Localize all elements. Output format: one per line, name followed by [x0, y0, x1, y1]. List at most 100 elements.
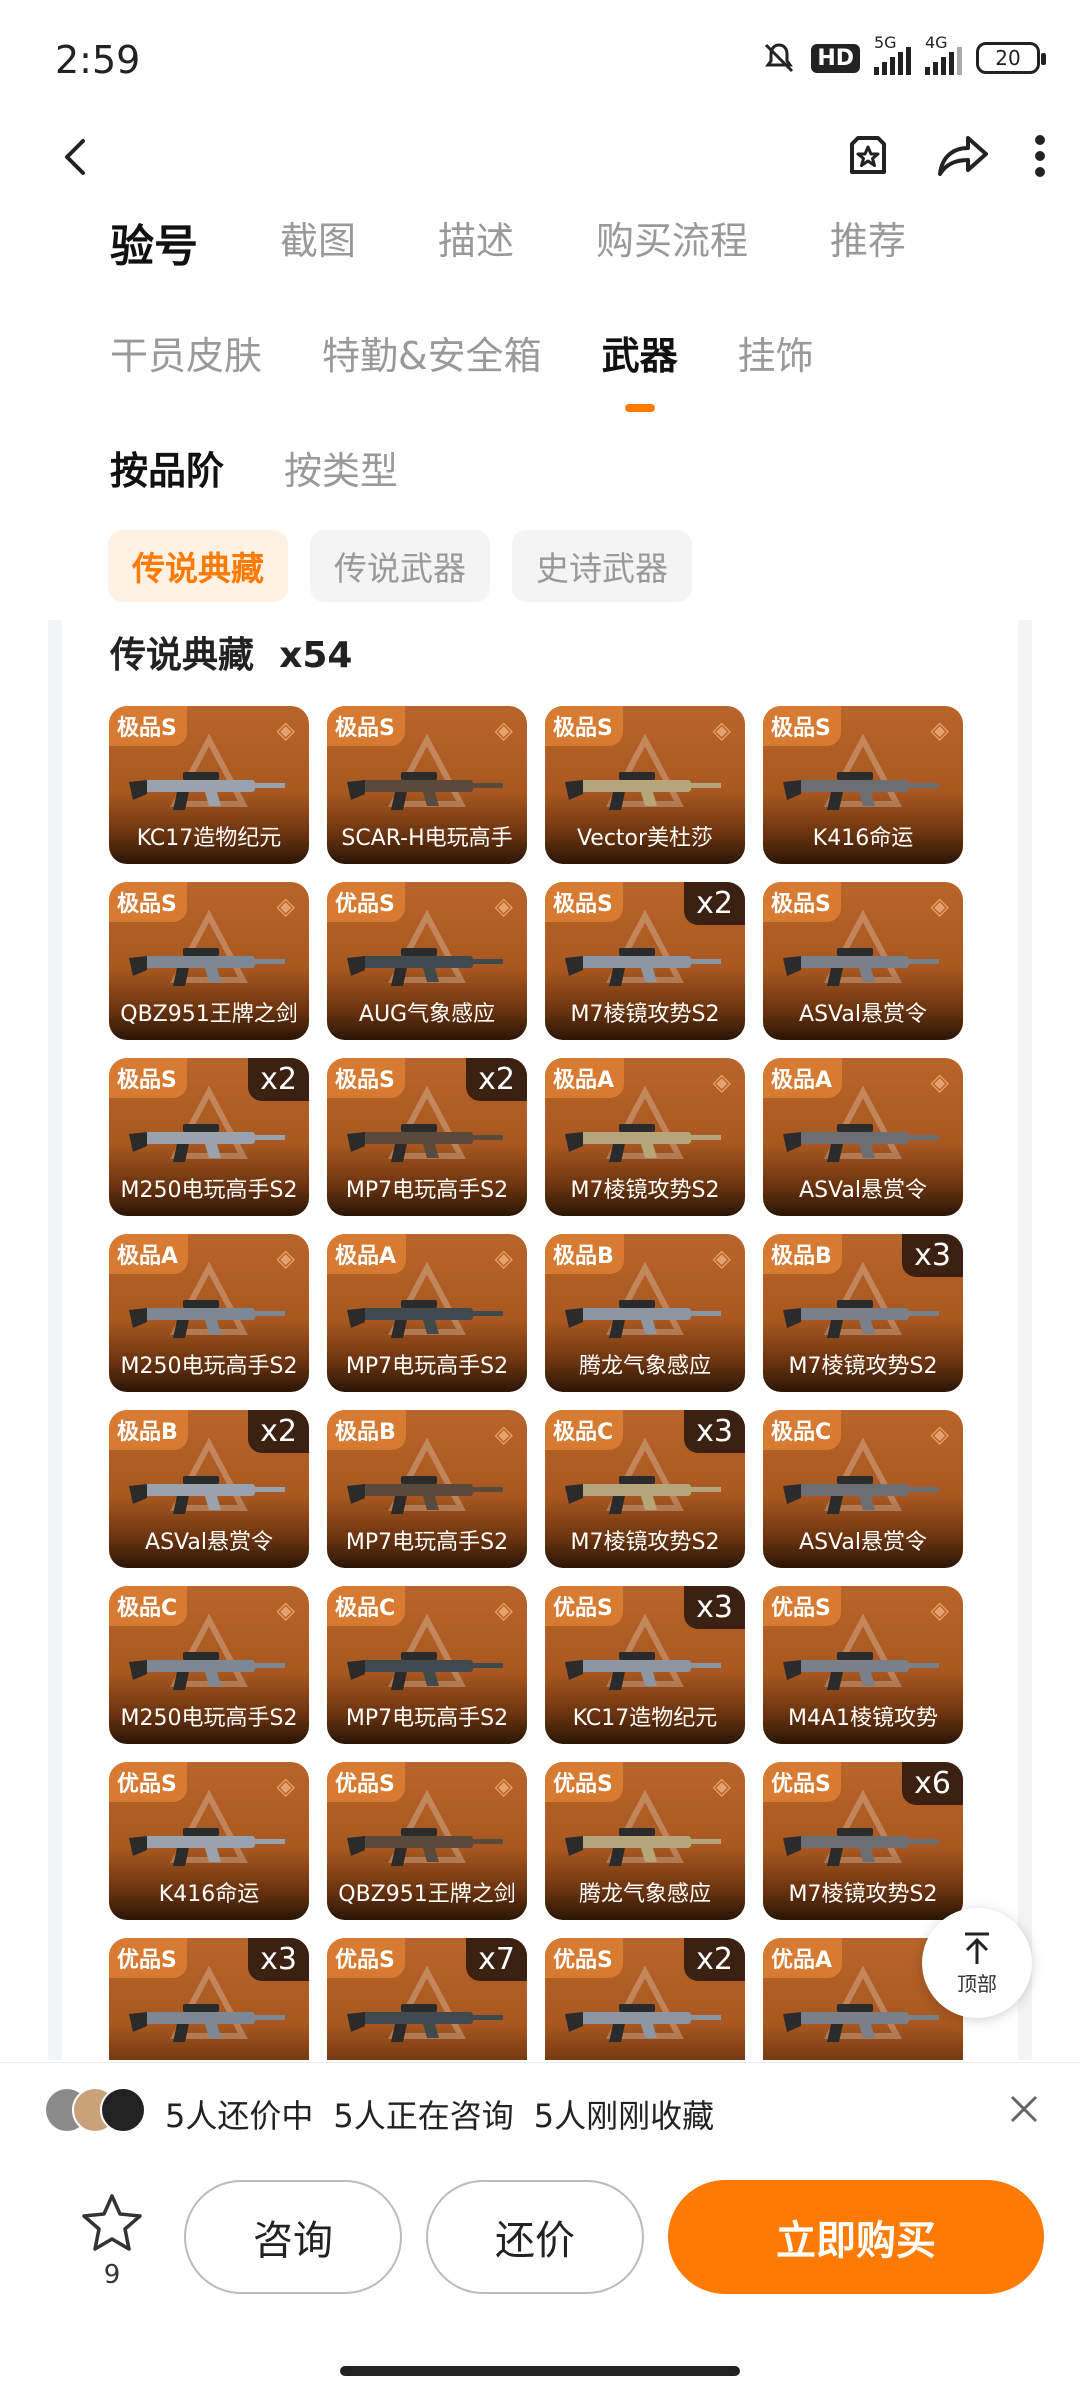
weapon-name: 腾龙气象感应 — [578, 1354, 711, 1379]
weapon-card[interactable]: 优品S x7 — [327, 1938, 527, 2060]
tab-special-safebox[interactable]: 特勤&安全箱 — [322, 325, 542, 380]
tier-badge: 极品B — [545, 1234, 624, 1274]
weapon-card[interactable]: 极品C ◈ M250电玩高手S2 — [109, 1586, 309, 1744]
weapon-card[interactable]: 优品S ◈ 腾龙气象感应 — [545, 1762, 745, 1920]
weapon-name: K416命运 — [158, 1882, 260, 1907]
tab-operator-skins[interactable]: 干员皮肤 — [110, 325, 262, 380]
weapon-card[interactable]: 极品S ◈ Vector美杜莎 — [545, 706, 745, 864]
tab-weapons[interactable]: 武器 — [602, 325, 678, 412]
quantity-badge: x2 — [684, 882, 745, 925]
weapon-image — [565, 1300, 721, 1338]
weapon-card[interactable]: 极品B x2 ASVal悬赏令 — [109, 1410, 309, 1568]
tab-by-grade[interactable]: 按品阶 — [110, 440, 224, 495]
chip-legendary-weapons[interactable]: 传说武器 — [310, 530, 490, 602]
diamond-icon: ◈ — [276, 716, 295, 744]
tier-badge: 极品S — [763, 706, 841, 746]
tab-description[interactable]: 描述 — [438, 210, 514, 274]
weapon-card[interactable]: 极品S ◈ QBZ951王牌之剑 — [109, 882, 309, 1040]
weapon-name: M250电玩高手S2 — [120, 1706, 298, 1731]
weapon-image — [347, 1124, 503, 1162]
weapon-name: M7棱镜攻势S2 — [570, 1530, 720, 1555]
weapon-card[interactable]: 优品S ◈ M4A1棱镜攻势 — [763, 1586, 963, 1744]
tab-recommend[interactable]: 推荐 — [830, 210, 906, 274]
weapon-card[interactable]: 极品S ◈ K416命运 — [763, 706, 963, 864]
tier-badge: 极品S — [109, 1058, 187, 1098]
weapon-card[interactable]: 极品A ◈ M7棱镜攻势S2 — [545, 1058, 745, 1216]
diamond-icon: ◈ — [930, 892, 949, 920]
tier-badge: 极品S — [763, 882, 841, 922]
diamond-icon: ◈ — [494, 892, 513, 920]
weapon-card[interactable]: 优品S ◈ QBZ951王牌之剑 — [327, 1762, 527, 1920]
tab-charms[interactable]: 挂饰 — [738, 325, 814, 380]
weapon-card[interactable]: 极品B x3 M7棱镜攻势S2 — [763, 1234, 963, 1392]
chip-legendary-collection[interactable]: 传说典藏 — [108, 530, 288, 602]
weapon-card[interactable]: 极品C x3 M7棱镜攻势S2 — [545, 1410, 745, 1568]
favorite-button[interactable]: 9 — [80, 2192, 144, 2290]
rarity-filter-chips: 传说典藏 传说武器 史诗武器 — [108, 530, 692, 602]
weapon-name: 腾龙气象感应 — [578, 1882, 711, 1907]
tab-verify[interactable]: 验号 — [110, 210, 198, 274]
tier-badge: 极品S — [327, 1058, 405, 1098]
favorite-count: 9 — [103, 2260, 121, 2290]
weapon-image — [347, 1476, 503, 1514]
diamond-icon: ◈ — [930, 1420, 949, 1448]
bargain-button[interactable]: 还价 — [426, 2180, 644, 2294]
weapon-card[interactable]: 优品S x3 KC17造物纪元 — [545, 1586, 745, 1744]
weapon-image — [565, 1652, 721, 1690]
weapon-card[interactable]: 极品C ◈ MP7电玩高手S2 — [327, 1586, 527, 1744]
weapon-image — [565, 948, 721, 986]
close-icon[interactable] — [1008, 2093, 1040, 2125]
tab-purchase-process[interactable]: 购买流程 — [596, 210, 748, 274]
weapon-card[interactable]: 极品A ◈ MP7电玩高手S2 — [327, 1234, 527, 1392]
tab-screenshots[interactable]: 截图 — [280, 210, 356, 274]
tier-badge: 优品S — [109, 1938, 187, 1978]
weapon-card[interactable]: 优品S ◈ K416命运 — [109, 1762, 309, 1920]
back-arrow-icon[interactable] — [55, 135, 99, 179]
weapon-name: MP7电玩高手S2 — [345, 1178, 509, 1203]
tier-badge: 优品S — [545, 1586, 623, 1626]
weapon-card[interactable]: 极品B ◈ 腾龙气象感应 — [545, 1234, 745, 1392]
weapon-image — [783, 1652, 939, 1690]
hd-badge: HD — [811, 43, 860, 73]
weapon-card[interactable]: 极品A ◈ ASVal悬赏令 — [763, 1058, 963, 1216]
weapon-image — [783, 1828, 939, 1866]
more-options-icon[interactable] — [1030, 130, 1050, 182]
weapon-card[interactable]: 极品A ◈ M250电玩高手S2 — [109, 1234, 309, 1392]
weapon-card[interactable]: 极品S ◈ ASVal悬赏令 — [763, 882, 963, 1040]
tier-badge: 极品S — [109, 706, 187, 746]
consult-button[interactable]: 咨询 — [184, 2180, 402, 2294]
arrow-up-icon — [965, 1932, 989, 1964]
quantity-badge: x3 — [684, 1410, 745, 1453]
weapon-card[interactable]: 优品S ◈ AUG气象感应 — [327, 882, 527, 1040]
sort-tabs: 按品阶 按类型 — [110, 440, 458, 495]
weapon-image — [347, 1300, 503, 1338]
back-to-top-button[interactable]: 顶部 — [922, 1908, 1032, 2018]
weapon-name: QBZ951王牌之剑 — [338, 1882, 516, 1907]
weapon-card[interactable]: 极品S x2 MP7电玩高手S2 — [327, 1058, 527, 1216]
quantity-badge: x7 — [466, 1938, 527, 1981]
chip-epic-weapons[interactable]: 史诗武器 — [512, 530, 692, 602]
weapon-card[interactable]: 极品S x2 M250电玩高手S2 — [109, 1058, 309, 1216]
tier-badge: 优品S — [109, 1762, 187, 1802]
weapon-panel: 传说典藏 x54 极品S ◈ KC17造物纪元 极品S ◈ SCAR-H电玩高手 极品S ◈ V… — [48, 620, 1032, 2060]
weapon-card[interactable]: 优品S x6 M7棱镜攻势S2 — [763, 1762, 963, 1920]
buy-now-button[interactable]: 立即购买 — [668, 2180, 1044, 2294]
weapon-card[interactable]: 极品B ◈ MP7电玩高手S2 — [327, 1410, 527, 1568]
weapon-card[interactable]: 极品S ◈ SCAR-H电玩高手 — [327, 706, 527, 864]
weapon-card[interactable]: 极品C ◈ ASVal悬赏令 — [763, 1410, 963, 1568]
weapon-card[interactable]: 优品S x2 — [545, 1938, 745, 2060]
tab-by-type[interactable]: 按类型 — [284, 440, 398, 495]
weapon-card[interactable]: 极品S x2 M7棱镜攻势S2 — [545, 882, 745, 1040]
diamond-icon: ◈ — [712, 1772, 731, 1800]
favorite-star-icon[interactable] — [842, 130, 894, 182]
tier-badge: 极品A — [545, 1058, 625, 1098]
share-icon[interactable] — [934, 130, 990, 182]
weapon-image — [129, 2004, 285, 2042]
diamond-icon: ◈ — [276, 892, 295, 920]
tier-badge: 极品C — [327, 1586, 406, 1626]
weapon-card[interactable]: 优品S x3 — [109, 1938, 309, 2060]
weapon-card[interactable]: 极品S ◈ KC17造物纪元 — [109, 706, 309, 864]
signal-5g-icon: 5G — [874, 33, 911, 75]
weapon-name: ASVal悬赏令 — [799, 1530, 927, 1555]
diamond-icon: ◈ — [494, 1596, 513, 1624]
